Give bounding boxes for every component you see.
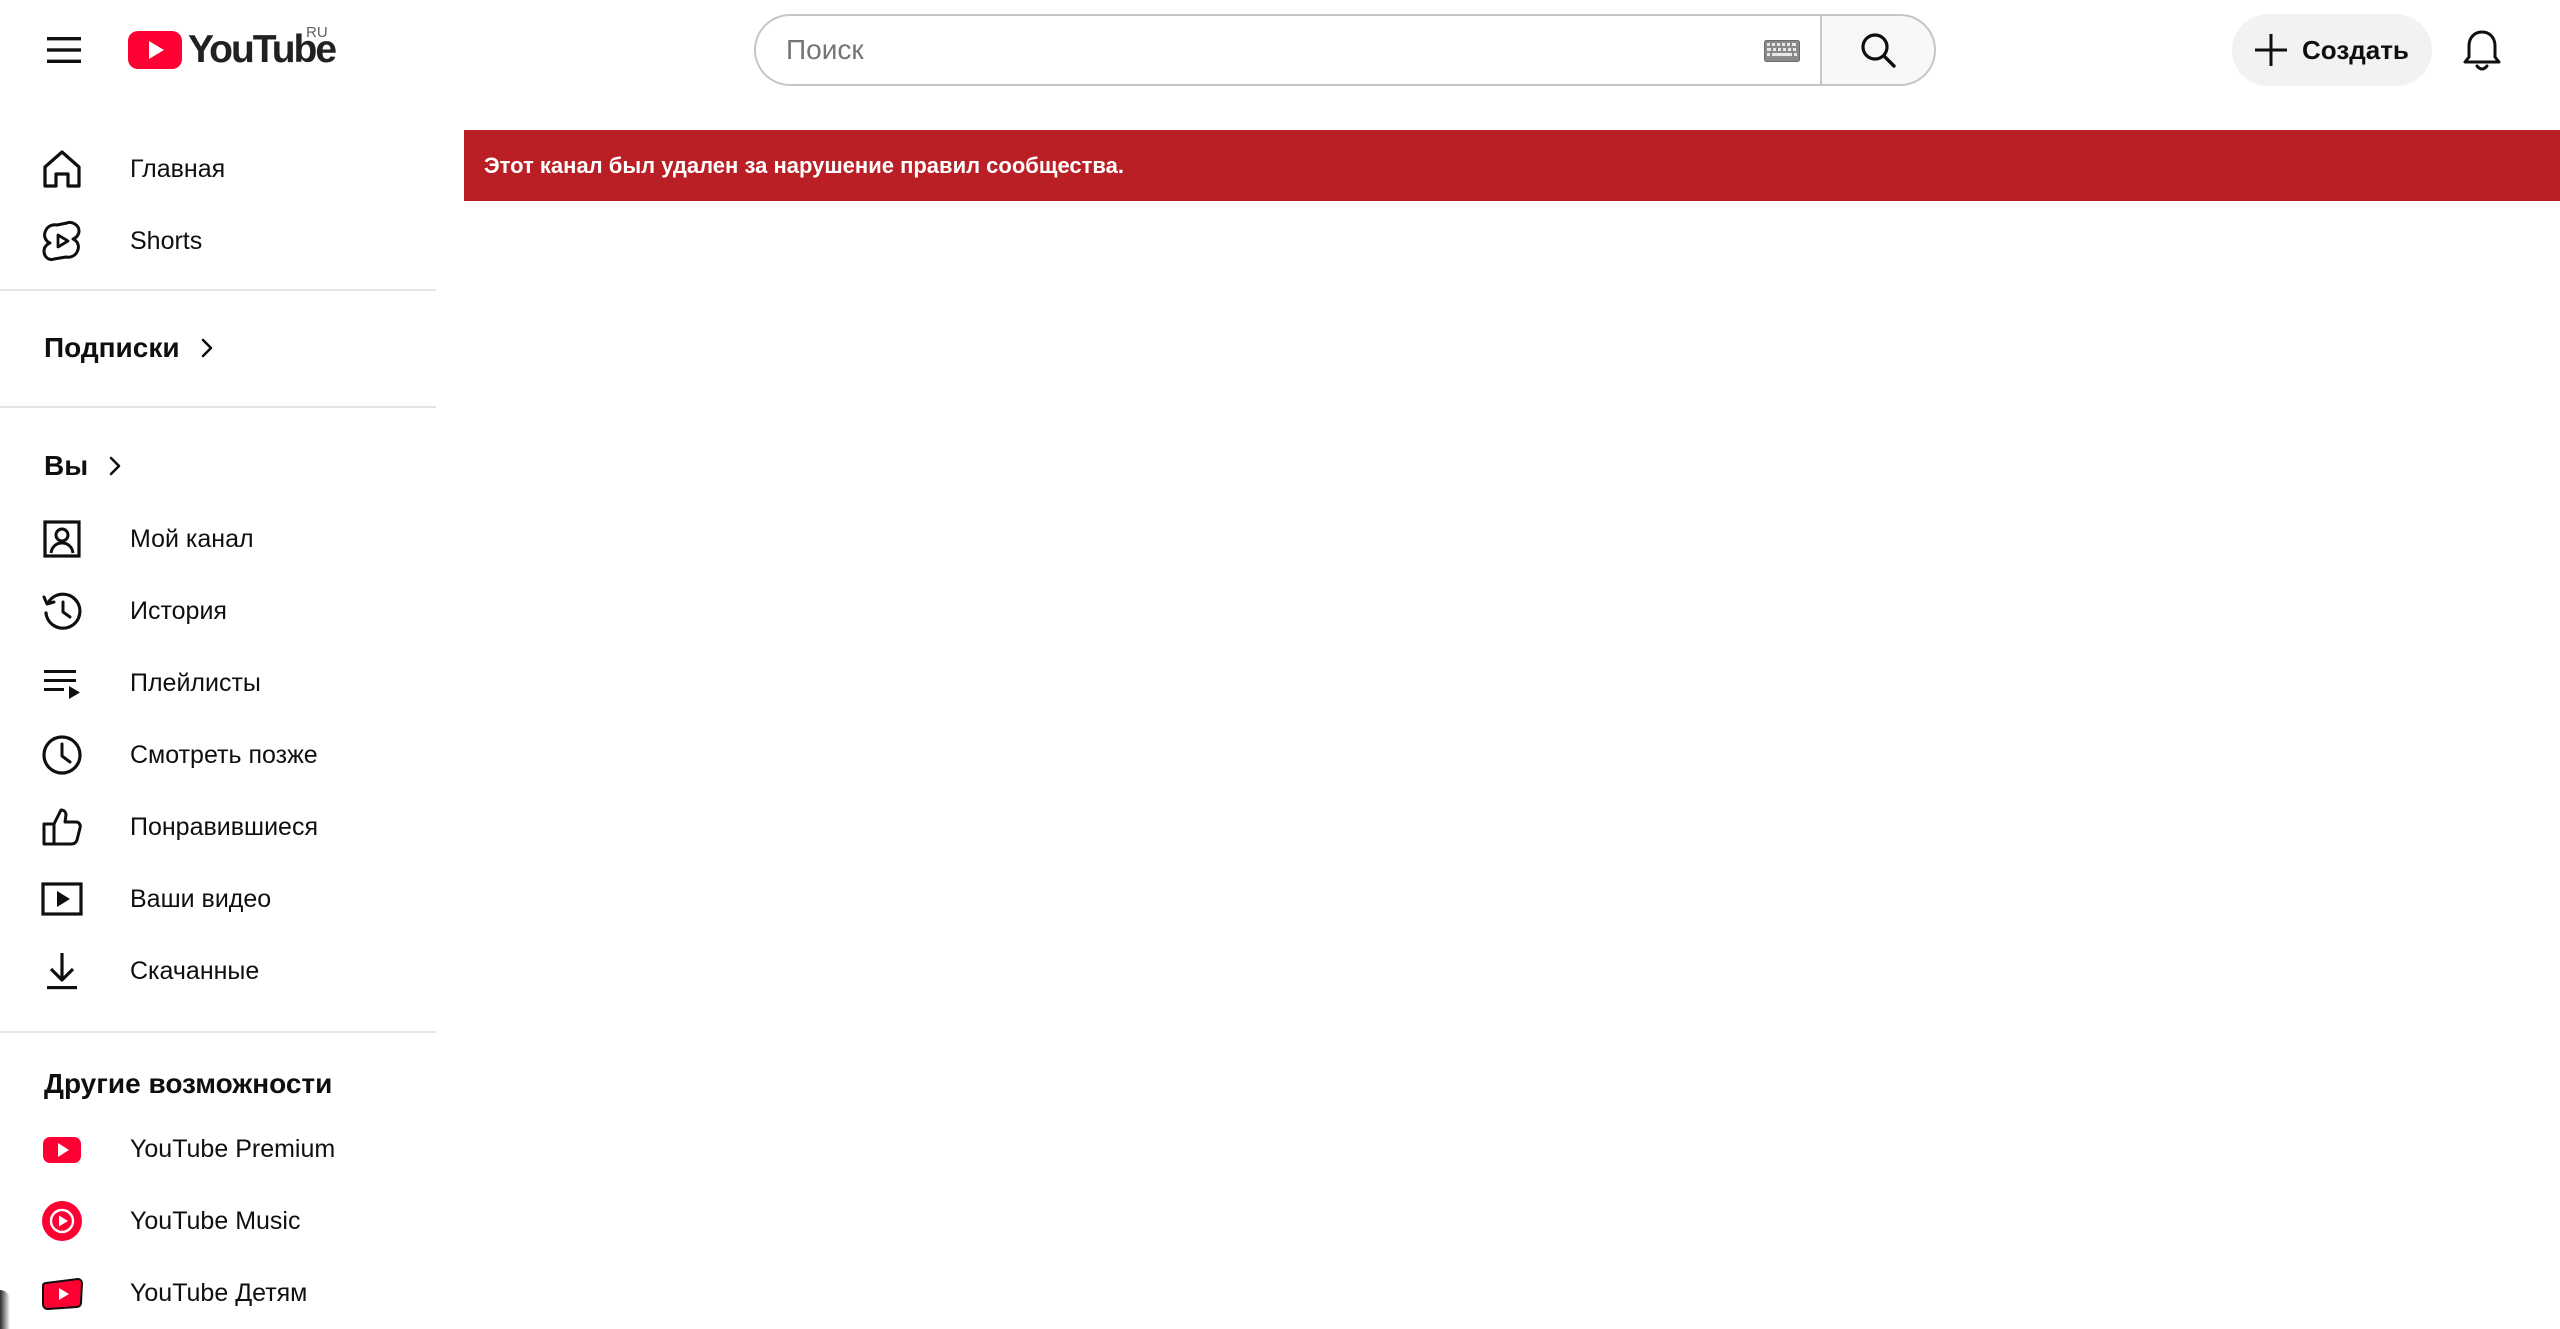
masthead: YouTube RU Поиск Создать xyxy=(0,0,2560,100)
subscriptions-title: Подписки xyxy=(44,332,180,363)
youtube-logo[interactable]: YouTube xyxy=(128,28,337,72)
sidebar-item-label: Понравившиеся xyxy=(130,812,318,841)
sidebar-divider xyxy=(0,406,436,408)
sidebar-item-youtube-kids[interactable]: YouTube Детям xyxy=(24,1257,420,1329)
create-button[interactable]: Создать xyxy=(2232,14,2432,86)
download-icon xyxy=(47,953,77,990)
sidebar-item-label: Мой канал xyxy=(130,524,254,553)
home-icon xyxy=(43,150,81,188)
plus-icon xyxy=(2255,34,2287,66)
sidebar-divider xyxy=(0,1031,436,1033)
sidebar-item-my-channel[interactable]: Мой канал xyxy=(24,503,420,575)
country-code: RU xyxy=(306,24,328,41)
shorts-icon xyxy=(42,221,81,261)
create-label: Создать xyxy=(2302,34,2409,65)
youtube-kids-icon xyxy=(42,1277,84,1311)
search-icon xyxy=(1861,33,1896,68)
sidebar-item-label: YouTube Premium xyxy=(130,1134,336,1163)
sidebar-item-shorts[interactable]: Shorts xyxy=(24,205,420,277)
bell-icon xyxy=(2463,30,2501,71)
window-corner xyxy=(0,1290,10,1329)
guide-menu-button[interactable] xyxy=(36,26,92,74)
your-videos-icon xyxy=(41,882,83,916)
sidebar-item-label: YouTube Детям xyxy=(130,1278,308,1307)
youtube-music-icon xyxy=(42,1201,82,1241)
chevron-right-icon xyxy=(109,456,121,476)
youtube-logo-icon xyxy=(128,31,182,69)
notifications-button[interactable] xyxy=(2456,26,2508,76)
search-button[interactable] xyxy=(1820,14,1936,86)
sidebar-item-label: Shorts xyxy=(130,226,203,255)
playlists-icon xyxy=(44,670,80,699)
watch-later-icon xyxy=(42,735,82,775)
sidebar-item-label: История xyxy=(130,596,227,625)
sidebar-item-home[interactable]: Главная xyxy=(24,133,420,205)
thumbs-up-icon xyxy=(42,808,82,846)
sidebar-divider xyxy=(0,289,436,291)
hamburger-icon xyxy=(47,37,81,63)
sidebar-item-downloads[interactable]: Скачанные xyxy=(24,935,420,1007)
sidebar-item-youtube-music[interactable]: YouTube Music xyxy=(24,1185,420,1257)
sidebar-item-label: Плейлисты xyxy=(130,668,261,697)
sidebar-item-history[interactable]: История xyxy=(24,575,420,647)
my-channel-icon xyxy=(43,520,81,558)
sidebar-item-label: Ваши видео xyxy=(130,884,272,913)
channel-terminated-alert: Этот канал был удален за нарушение прави… xyxy=(464,130,2560,201)
sidebar-you-header[interactable]: Вы xyxy=(24,436,122,496)
youtube-premium-icon xyxy=(43,1137,81,1163)
sidebar-subscriptions-header[interactable]: Подписки xyxy=(24,318,214,378)
search-input[interactable] xyxy=(754,14,1820,86)
alert-message: Этот канал был удален за нарушение прави… xyxy=(484,152,1124,178)
sidebar-item-youtube-premium[interactable]: YouTube Premium xyxy=(24,1113,420,1185)
search-box xyxy=(754,14,1936,86)
keyboard-icon[interactable] xyxy=(1764,40,1800,62)
you-title: Вы xyxy=(44,450,89,481)
sidebar-item-watch-later[interactable]: Смотреть позже xyxy=(24,719,420,791)
chevron-right-icon xyxy=(201,338,212,358)
sidebar-item-playlists[interactable]: Плейлисты xyxy=(24,647,420,719)
guide-sidebar: Главная Shorts Подписки Вы Мой канал Ист… xyxy=(0,130,436,1329)
sidebar-item-label: Скачанные xyxy=(130,956,260,985)
sidebar-item-label: YouTube Music xyxy=(130,1206,301,1235)
sidebar-item-label: Главная xyxy=(130,154,226,183)
sidebar-item-liked[interactable]: Понравившиеся xyxy=(24,791,420,863)
more-from-youtube-title: Другие возможности xyxy=(44,1068,333,1099)
sidebar-item-label: Смотреть позже xyxy=(130,740,318,769)
history-icon xyxy=(42,592,82,630)
sidebar-item-your-videos[interactable]: Ваши видео xyxy=(24,863,420,935)
